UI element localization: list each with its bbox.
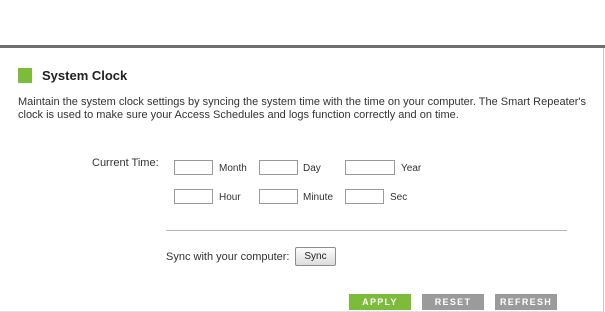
content-panel xyxy=(0,48,604,312)
reset-button[interactable]: RESET xyxy=(422,294,484,310)
year-label: Year xyxy=(401,163,422,174)
refresh-button[interactable]: REFRESH xyxy=(495,294,557,310)
current-time-label: Current Time: xyxy=(92,157,159,169)
sec-input[interactable] xyxy=(345,189,384,204)
day-input[interactable] xyxy=(259,160,298,175)
section-header: System Clock xyxy=(18,66,127,84)
minute-label: Minute xyxy=(303,192,334,203)
month-input[interactable] xyxy=(174,160,213,175)
apply-button[interactable]: APPLY xyxy=(349,294,411,310)
minute-input[interactable] xyxy=(259,189,298,204)
day-label: Day xyxy=(303,163,321,174)
divider xyxy=(166,230,567,231)
year-input[interactable] xyxy=(345,160,395,175)
section-title: System Clock xyxy=(42,67,128,83)
section-marker-icon xyxy=(18,67,32,83)
hour-label: Hour xyxy=(219,192,241,203)
sync-label: Sync with your computer: xyxy=(166,251,290,263)
section-description: Maintain the system clock settings by sy… xyxy=(18,96,587,121)
month-label: Month xyxy=(219,163,247,174)
sec-label: Sec xyxy=(390,192,408,203)
hour-input[interactable] xyxy=(174,189,213,204)
sync-button[interactable]: Sync xyxy=(295,247,336,266)
